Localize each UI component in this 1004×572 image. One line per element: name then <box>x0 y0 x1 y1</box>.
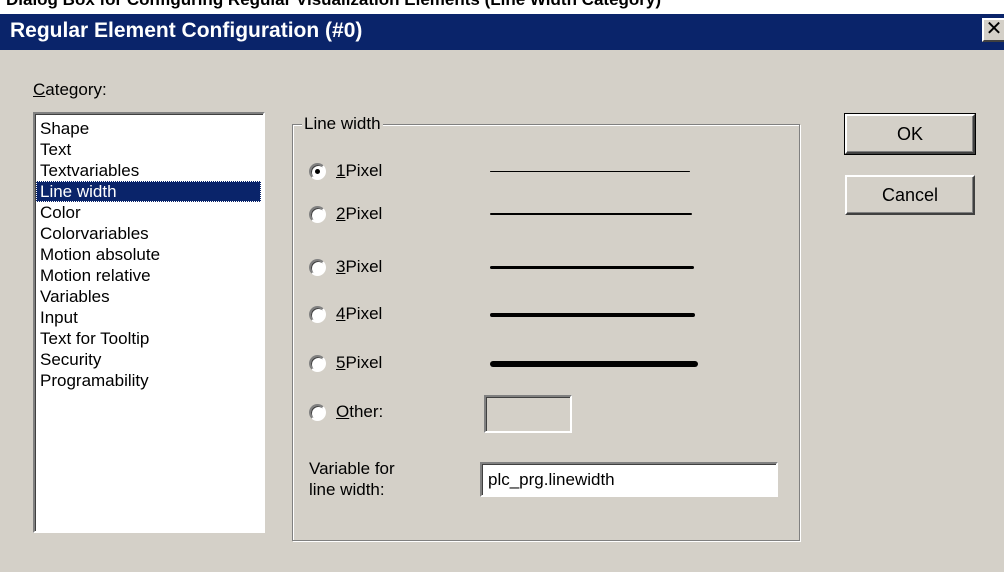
category-item-color[interactable]: Color <box>36 202 261 223</box>
category-item-programability[interactable]: Programability <box>36 370 261 391</box>
radio-3-pixel[interactable]: 3 Pixel <box>309 257 382 277</box>
radio-other[interactable]: Other: <box>309 402 383 422</box>
line-sample-2px <box>490 213 692 215</box>
radio-5-label: Pixel <box>345 353 383 372</box>
radio-1-mnemonic: 1 <box>336 161 346 180</box>
radio-1-label: Pixel <box>345 161 383 180</box>
radio-2-label: Pixel <box>345 204 383 223</box>
radio-1-pixel[interactable]: 1 Pixel <box>309 161 382 181</box>
category-item-motion-relative[interactable]: Motion relative <box>36 265 261 286</box>
document-caption-text: Dialog Box for Configuring Regular Visua… <box>6 0 661 10</box>
variable-label-line2: line width: <box>309 480 385 499</box>
radio-5-mnemonic: 5 <box>336 353 346 372</box>
radio-button-1-pixel[interactable] <box>309 162 326 180</box>
radio-button-4-pixel[interactable] <box>309 305 326 323</box>
radio-3-mnemonic: 3 <box>336 257 346 276</box>
line-sample-4px <box>490 313 695 317</box>
radio-4-mnemonic: 4 <box>336 304 346 323</box>
line-width-groupbox: Line width 1 Pixel 2 Pixel 3 Pixel 4 Pix… <box>292 114 800 541</box>
category-label: Category: <box>33 80 107 100</box>
ok-button[interactable]: OK <box>844 113 976 155</box>
document-caption: Dialog Box for Configuring Regular Visua… <box>0 0 1004 14</box>
radio-other-mnemonic: O <box>336 402 350 421</box>
radio-button-2-pixel[interactable] <box>309 205 326 223</box>
variable-label-line1: Variable for <box>309 459 395 478</box>
radio-4-pixel[interactable]: 4 Pixel <box>309 304 382 324</box>
variable-label: Variable for line width: <box>309 458 395 500</box>
category-item-input[interactable]: Input <box>36 307 261 328</box>
radio-2-pixel[interactable]: 2 Pixel <box>309 204 382 224</box>
close-icon: ✕ <box>985 18 1003 40</box>
radio-5-pixel[interactable]: 5 Pixel <box>309 353 382 373</box>
category-item-text-for-tooltip[interactable]: Text for Tooltip <box>36 328 261 349</box>
category-item-textvariables[interactable]: Textvariables <box>36 160 261 181</box>
line-width-group-title: Line width <box>302 114 383 134</box>
other-width-field[interactable] <box>484 395 572 433</box>
radio-button-other[interactable] <box>309 403 326 421</box>
variable-input[interactable] <box>480 462 778 497</box>
radio-4-label: Pixel <box>345 304 383 323</box>
line-sample-3px <box>490 266 694 269</box>
category-item-line-width[interactable]: Line width <box>36 181 261 202</box>
radio-other-label: ther: <box>349 402 384 421</box>
category-label-mnemonic: C <box>33 80 46 99</box>
radio-3-label: Pixel <box>345 257 383 276</box>
category-item-text[interactable]: Text <box>36 139 261 160</box>
window-title: Regular Element Configuration (#0) <box>10 19 363 42</box>
close-button[interactable]: ✕ <box>982 18 1004 42</box>
category-listbox[interactable]: Shape Text Textvariables Line width Colo… <box>33 112 265 533</box>
radio-2-mnemonic: 2 <box>336 204 346 223</box>
radio-button-5-pixel[interactable] <box>309 354 326 372</box>
cancel-button[interactable]: Cancel <box>845 175 975 215</box>
category-item-motion-absolute[interactable]: Motion absolute <box>36 244 261 265</box>
line-sample-1px <box>490 171 690 172</box>
category-item-security[interactable]: Security <box>36 349 261 370</box>
category-item-variables[interactable]: Variables <box>36 286 261 307</box>
radio-button-3-pixel[interactable] <box>309 258 326 276</box>
category-item-shape[interactable]: Shape <box>36 118 261 139</box>
line-sample-5px <box>490 361 698 367</box>
title-bar: Regular Element Configuration (#0) ✕ <box>0 14 1004 50</box>
category-item-colorvariables[interactable]: Colorvariables <box>36 223 261 244</box>
category-label-rest: ategory: <box>45 80 107 99</box>
